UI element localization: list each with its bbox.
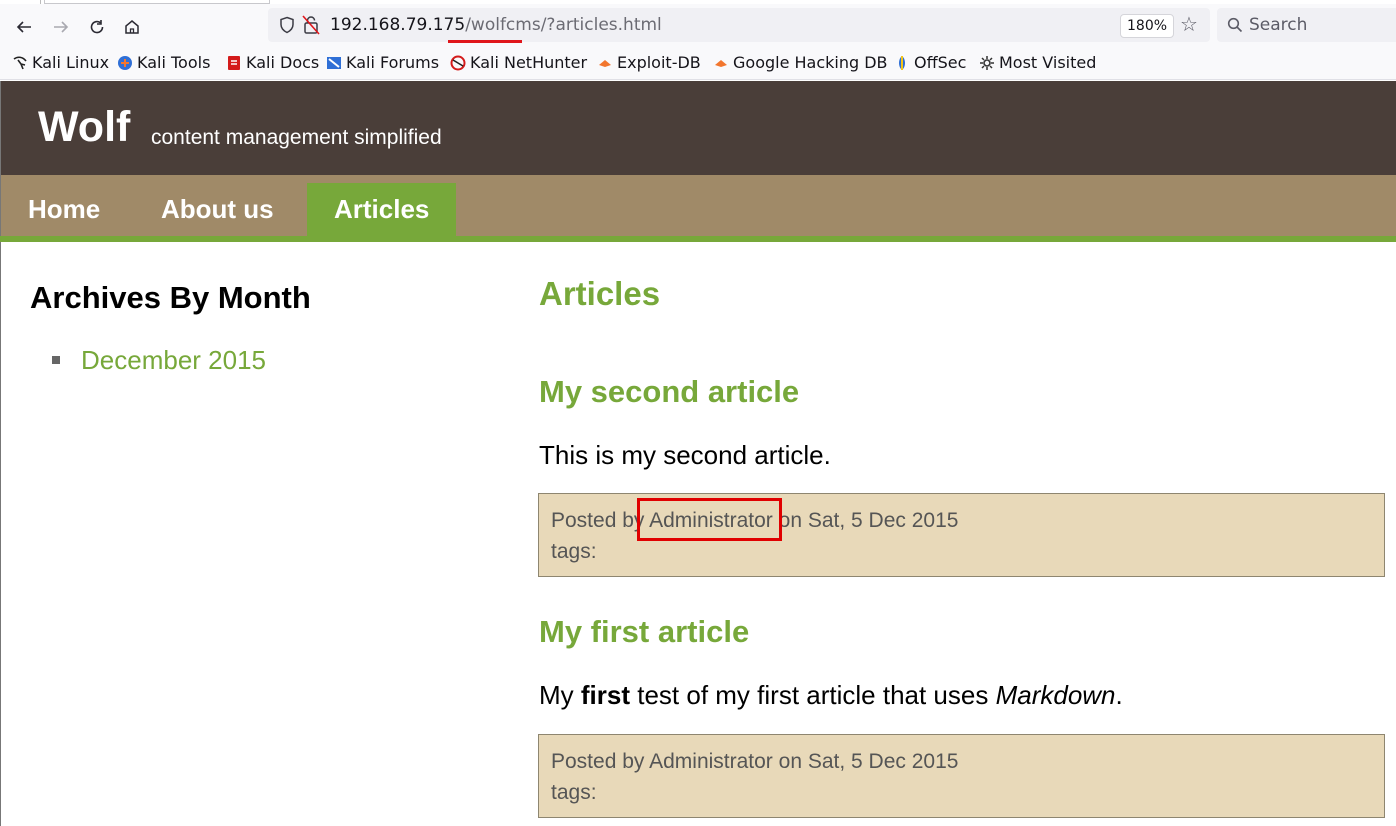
search-box[interactable]: Search bbox=[1217, 8, 1396, 42]
article-body: This is my second article. bbox=[539, 440, 831, 470]
posted-by-line: Posted by Administrator on Sat, 5 Dec 20… bbox=[551, 750, 958, 774]
exploit-db-icon bbox=[597, 55, 613, 71]
body-text: My bbox=[539, 680, 581, 710]
url-text[interactable]: 192.168.79.175/wolfcms/?articles.html bbox=[330, 15, 662, 35]
forward-button[interactable] bbox=[47, 13, 75, 41]
reload-icon bbox=[90, 20, 104, 34]
bookmark-label: Kali NetHunter bbox=[470, 53, 588, 72]
forward-arrow-icon bbox=[54, 21, 69, 33]
nav-articles[interactable]: Articles bbox=[307, 183, 457, 236]
back-arrow-icon bbox=[16, 21, 31, 33]
bookmarks-toolbar: Kali Linux Kali Tools Kali Docs Kali For… bbox=[0, 46, 1396, 80]
url-path-rest: /?articles.html bbox=[540, 15, 662, 35]
tags-label: tags: bbox=[551, 781, 597, 804]
tags-label: tags: bbox=[551, 540, 597, 563]
body-bold: first bbox=[580, 680, 631, 710]
list-bullet bbox=[52, 356, 60, 364]
home-icon bbox=[125, 20, 139, 34]
nethunter-icon bbox=[450, 55, 466, 71]
ghdb-icon bbox=[713, 55, 729, 71]
sidebar-title: Archives By Month bbox=[30, 280, 311, 315]
posted-prefix: Posted by bbox=[551, 750, 645, 773]
body-text: . bbox=[1115, 680, 1123, 710]
url-host: 192.168.79.175 bbox=[330, 15, 466, 35]
page-title: Articles bbox=[539, 275, 661, 312]
bookmark-label: Kali Forums bbox=[346, 53, 440, 72]
bookmark-star-icon[interactable]: ☆ bbox=[1180, 12, 1198, 36]
browser-toolbar: 192.168.79.175/wolfcms/?articles.html 18… bbox=[0, 4, 1396, 46]
site-slogan: content management simplified bbox=[151, 126, 442, 149]
nav-home[interactable]: Home bbox=[1, 183, 127, 236]
bookmark-label: Google Hacking DB bbox=[733, 53, 888, 72]
archive-link-december-2015[interactable]: December 2015 bbox=[81, 345, 266, 376]
article-title[interactable]: My second article bbox=[539, 374, 799, 410]
gear-icon bbox=[979, 55, 995, 71]
bookmark-kali-nethunter[interactable]: Kali NetHunter bbox=[450, 53, 587, 72]
bookmark-offsec[interactable]: OffSec bbox=[894, 53, 966, 72]
home-button[interactable] bbox=[118, 13, 146, 41]
nav-about-us[interactable]: About us bbox=[134, 183, 301, 236]
posted-date: on Sat, 5 Dec 2015 bbox=[778, 750, 959, 773]
reload-button[interactable] bbox=[83, 13, 111, 41]
bookmark-most-visited[interactable]: Most Visited bbox=[979, 53, 1096, 72]
bookmark-kali-linux[interactable]: Kali Linux bbox=[12, 53, 109, 72]
site-nav: Home About us Articles bbox=[0, 175, 1396, 236]
site-header: Wolf content management simplified bbox=[0, 81, 1396, 175]
search-icon bbox=[1227, 17, 1243, 33]
tracking-shield-icon[interactable] bbox=[278, 16, 296, 34]
address-bar[interactable]: 192.168.79.175/wolfcms/?articles.html 18… bbox=[268, 8, 1210, 42]
bookmark-label: OffSec bbox=[914, 53, 967, 72]
posted-date: on Sat, 5 Dec 2015 bbox=[778, 509, 959, 532]
bookmark-label: Kali Linux bbox=[32, 53, 110, 72]
annotation-highlight-box bbox=[637, 498, 782, 541]
url-annotation-underline bbox=[448, 40, 522, 43]
kali-forums-icon bbox=[326, 55, 342, 71]
bookmark-label: Kali Docs bbox=[246, 53, 320, 72]
bookmark-label: Most Visited bbox=[999, 53, 1097, 72]
bookmark-kali-docs[interactable]: Kali Docs bbox=[226, 53, 319, 72]
article-meta: Posted by Administrator on Sat, 5 Dec 20… bbox=[538, 734, 1385, 818]
zoom-level-badge[interactable]: 180% bbox=[1120, 14, 1175, 38]
site-title[interactable]: Wolf bbox=[38, 103, 130, 152]
posted-prefix: Posted by bbox=[551, 509, 645, 532]
offsec-icon bbox=[894, 55, 910, 71]
insecure-lock-icon[interactable] bbox=[302, 15, 320, 35]
bookmark-exploit-db[interactable]: Exploit-DB bbox=[597, 53, 701, 72]
bookmark-kali-forums[interactable]: Kali Forums bbox=[326, 53, 439, 72]
kali-tools-icon bbox=[117, 55, 133, 71]
bookmark-google-hacking-db[interactable]: Google Hacking DB bbox=[713, 53, 888, 72]
bookmark-label: Kali Tools bbox=[137, 53, 211, 72]
body-text: test of my first article that uses bbox=[630, 680, 996, 710]
search-placeholder: Search bbox=[1249, 15, 1308, 35]
bookmark-kali-tools[interactable]: Kali Tools bbox=[117, 53, 210, 72]
author-link[interactable]: Administrator bbox=[649, 750, 773, 773]
back-button[interactable] bbox=[10, 13, 38, 41]
article-body: My first test of my first article that u… bbox=[539, 680, 1123, 711]
kali-dragon-icon bbox=[12, 55, 28, 71]
kali-docs-icon bbox=[226, 55, 242, 71]
bookmark-label: Exploit-DB bbox=[617, 53, 701, 72]
article-title[interactable]: My first article bbox=[539, 614, 749, 650]
url-path-highlight: /wolfcms bbox=[465, 15, 541, 35]
body-italic: Markdown bbox=[995, 680, 1116, 710]
